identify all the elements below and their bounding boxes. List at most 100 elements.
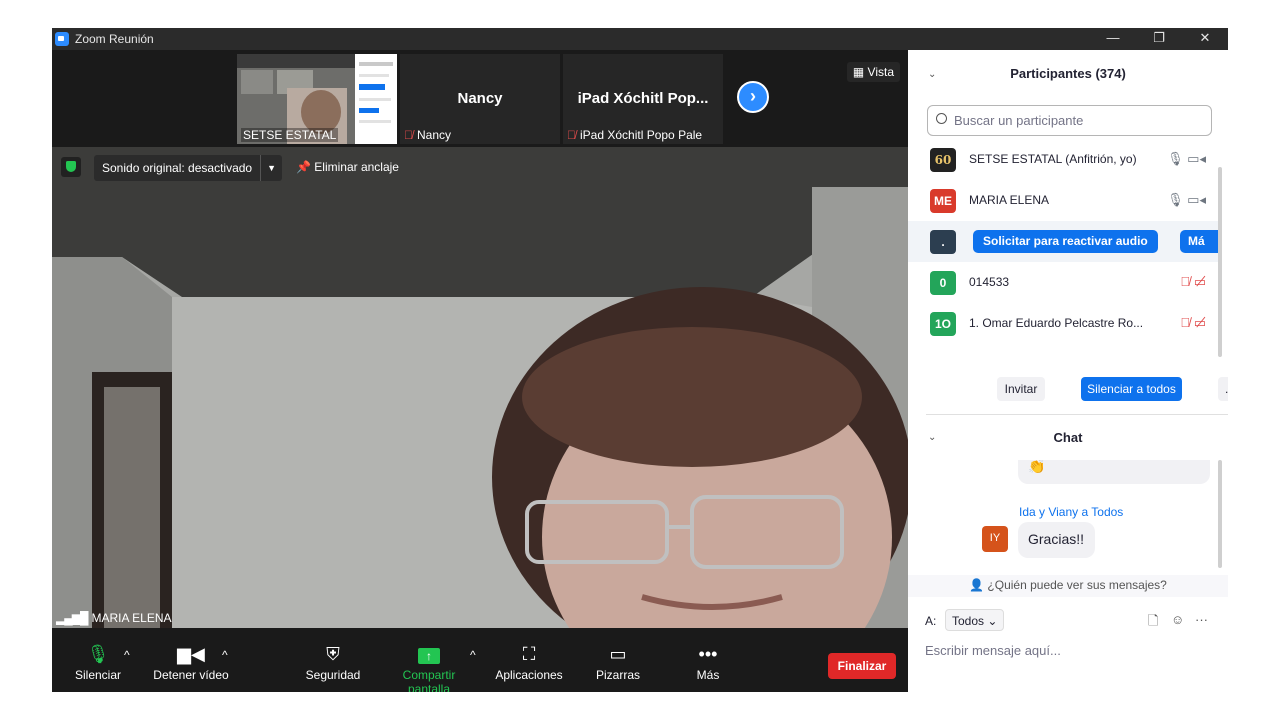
whiteboard-icon: ▭ (609, 644, 627, 664)
chat-message: Gracias!! (1018, 522, 1095, 558)
avatar: 0 (930, 271, 956, 295)
request-unmute-button[interactable]: Solicitar para reactivar audio (973, 230, 1158, 253)
avatar: 60 (930, 148, 956, 172)
more-button[interactable]: ••• Más (688, 642, 728, 682)
stop-video-label: Detener vídeo (153, 668, 229, 682)
who-can-see-messages[interactable]: 👤 ¿Quién puede ver sus mensajes? (908, 575, 1228, 597)
participant-row[interactable]: . Solicitar para reactivar audio Má (908, 221, 1220, 262)
chat-sender: Ida y Viany a Todos (1019, 505, 1124, 519)
speaker-name: MARIA ELENA (91, 611, 172, 625)
chevron-down-icon: ⌄ (987, 614, 998, 628)
security-label: Seguridad (305, 668, 361, 682)
recipient-value: Todos (952, 614, 985, 628)
participant-more-button[interactable]: Má (1180, 230, 1220, 253)
share-screen-button[interactable]: ↑ Compartir pantalla (380, 642, 478, 692)
minimize-button[interactable]: — (1090, 28, 1136, 50)
whiteboards-button[interactable]: ▭ Pizarras (593, 642, 643, 682)
participant-row[interactable]: ME MARIA ELENA 🎙 ▭◂ (908, 180, 1218, 221)
close-button[interactable]: ✕ (1182, 28, 1228, 50)
participant-name: SETSE ESTATAL (Anfitrión, yo) (969, 152, 1137, 166)
more-label: Más (696, 668, 720, 682)
panel-divider (926, 414, 1228, 415)
tile-name: SETSE ESTATAL (241, 128, 339, 142)
video-feed-image (52, 147, 908, 628)
mic-video-muted-icon: 🎙̸ ▭̸ (1180, 315, 1206, 330)
avatar: 1O (930, 312, 956, 336)
share-options-chevron-icon[interactable]: ^ (470, 648, 476, 662)
mic-and-video-icon: 🎙 ▭◂ (1167, 192, 1206, 207)
original-sound-dropdown[interactable]: Sonido original: desactivado ▼ (94, 155, 283, 181)
tile-name: Nancy (417, 128, 452, 142)
view-button[interactable]: ▦ Vista (846, 62, 900, 82)
emoji-icon[interactable]: ☺ (1171, 612, 1184, 627)
file-icon[interactable]: 🗋 (1148, 612, 1158, 634)
unpin-button[interactable]: 📌 Eliminar anclaje (296, 160, 399, 174)
audio-options-chevron-icon[interactable]: ^ (124, 648, 130, 662)
tile-big-name: Nancy (457, 90, 503, 107)
end-meeting-button[interactable]: Finalizar (828, 653, 896, 679)
mic-and-video-icon: 🎙 ▭◂ (1167, 151, 1206, 166)
zoom-window: Zoom Reunión — ❐ ✕ SETSE ESTATAL Nancy 🎙… (52, 28, 1228, 692)
chat-scrollbar[interactable] (1218, 460, 1222, 568)
window-title: Zoom Reunión (75, 32, 154, 46)
stop-video-button[interactable]: ▆◀ Detener vídeo (152, 642, 230, 682)
mute-label: Silenciar (74, 668, 122, 682)
mute-all-button[interactable]: Silenciar a todos (1081, 377, 1182, 401)
video-tile-setse[interactable]: SETSE ESTATAL (237, 54, 397, 144)
avatar: ME (930, 189, 956, 213)
participant-name: 1. Omar Eduardo Pelcastre Ro... (969, 316, 1144, 330)
video-tile-ipad[interactable]: iPad Xóchitl Pop... 🎙̸ iPad Xóchitl Popo … (563, 54, 723, 144)
zoom-logo-icon (55, 32, 69, 46)
participant-row[interactable]: 1O 1. Omar Eduardo Pelcastre Ro... 🎙̸ ▭̸ (908, 303, 1218, 344)
sender-avatar: IY (982, 526, 1008, 552)
security-button[interactable]: ⛨ Seguridad (304, 642, 362, 682)
view-label: Vista (867, 65, 894, 79)
grid-icon: ▦ (852, 65, 868, 79)
participants-scrollbar[interactable] (1218, 167, 1222, 357)
more-dots-icon: ••• (698, 644, 718, 664)
participant-row[interactable]: 0 014533 🎙̸ ▭̸ (908, 262, 1218, 303)
chat-message-input[interactable]: Escribir mensaje aquí... (925, 643, 1061, 658)
security-shield-icon[interactable] (61, 157, 81, 177)
participants-more-button[interactable]: ... (1218, 377, 1228, 401)
share-screen-icon: ↑ (380, 642, 478, 668)
whiteboards-label: Pizarras (595, 668, 640, 682)
participant-row[interactable]: 60 SETSE ESTATAL (Anfitrión, yo) 🎙 ▭◂ (908, 139, 1218, 180)
person-info-icon: 👤 (969, 578, 988, 592)
meeting-toolbar: 🎙 Silenciar ^ ▆◀ Detener vídeo ^ ⛨ Segur… (52, 628, 908, 692)
participant-search-input[interactable]: Buscar un participante (927, 105, 1212, 136)
participant-name: MARIA ELENA (969, 193, 1050, 207)
search-icon (936, 113, 947, 124)
apps-button[interactable]: ⛶ Aplicaciones (494, 642, 564, 682)
signal-bars-icon: ▂▄▆█ (56, 611, 88, 625)
microphone-icon: 🎙 (86, 644, 110, 664)
restore-button[interactable]: ❐ (1136, 28, 1182, 50)
caret-down-icon[interactable]: ▼ (260, 155, 282, 181)
emoji-message-bubble: 👏 (1018, 460, 1210, 484)
original-sound-label: Sonido original: desactivado (102, 161, 253, 175)
video-camera-icon: ▆◀ (177, 644, 205, 664)
mic-muted-icon: 🎙̸ (567, 128, 576, 142)
title-bar: Zoom Reunión — ❐ ✕ (52, 28, 1228, 50)
share-screen-label: Compartir pantalla (402, 668, 456, 692)
more-dots-icon[interactable]: ··· (1195, 612, 1208, 627)
unpin-label: Eliminar anclaje (314, 160, 399, 174)
video-tile-nancy[interactable]: Nancy 🎙̸ Nancy (400, 54, 560, 144)
participant-name: 014533 (969, 275, 1010, 289)
recipient-dropdown[interactable]: Todos ⌄ (945, 609, 1005, 631)
tile-big-name: iPad Xóchitl Pop... (577, 90, 709, 107)
chat-header: Chat (1053, 430, 1083, 445)
mute-button[interactable]: 🎙 Silenciar (74, 642, 122, 682)
shield-icon: ⛨ (326, 644, 340, 664)
next-page-arrow-icon[interactable]: › (737, 81, 769, 113)
filmstrip: SETSE ESTATAL Nancy 🎙̸ Nancy iPad Xóchitl… (52, 50, 908, 147)
invite-button[interactable]: Invitar (997, 377, 1045, 401)
avatar: . (930, 230, 956, 254)
apps-label: Aplicaciones (495, 668, 563, 682)
to-label: A: (925, 614, 937, 628)
participants-header: Participantes (374) (1010, 66, 1126, 81)
tile-name: iPad Xóchitl Popo Pale (580, 128, 703, 142)
apps-icon: ⛶ (522, 644, 536, 664)
video-options-chevron-icon[interactable]: ^ (222, 648, 228, 662)
pin-icon: 📌 (296, 160, 315, 174)
